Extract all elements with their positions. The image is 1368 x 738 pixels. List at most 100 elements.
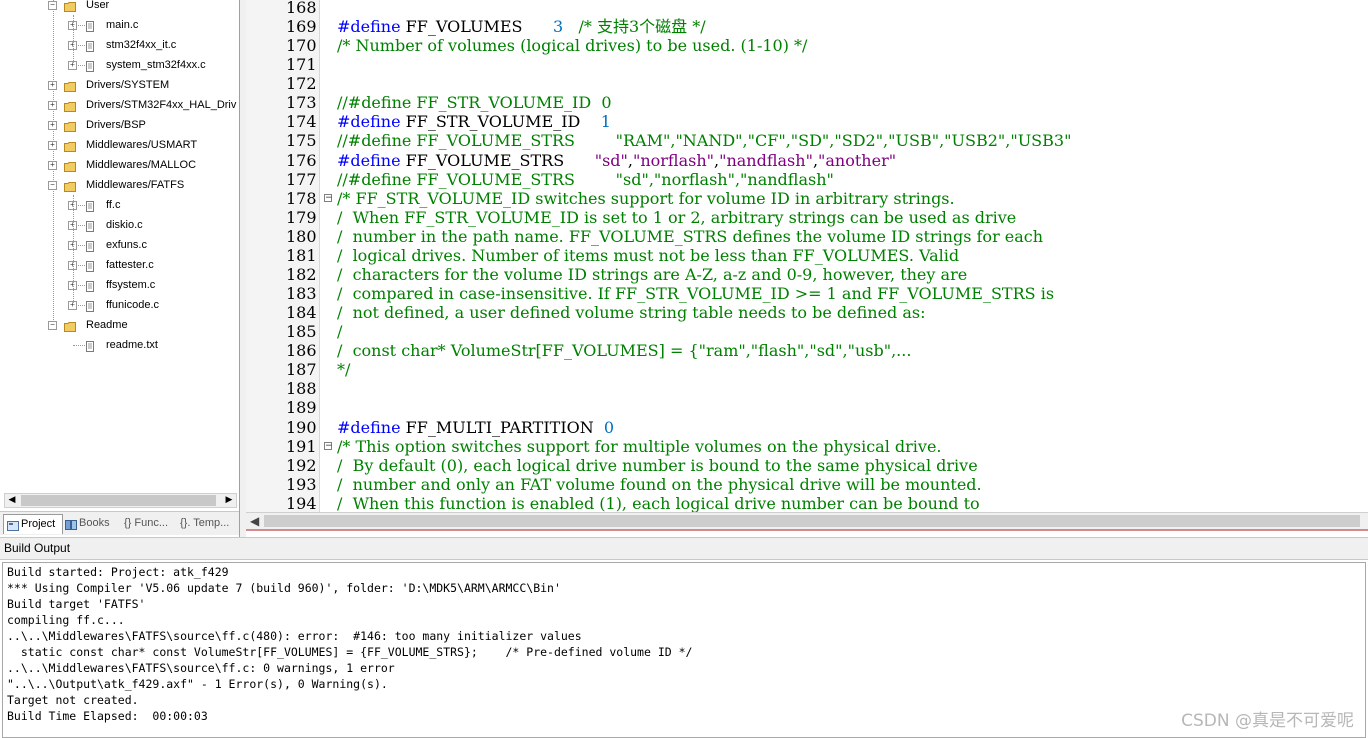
code-line[interactable]: 176 #define FF_VOLUME_STRS "sd","norflash… — [246, 151, 1368, 170]
build-output-panel[interactable]: Build started: Project: atk_f429 *** Usin… — [2, 562, 1366, 738]
scroll-left-icon[interactable]: ◀ — [250, 514, 259, 528]
code-line[interactable]: 184 / not defined, a user defined volume … — [246, 303, 1368, 322]
code-line[interactable]: 179 / When FF_STR_VOLUME_ID is set to 1 o… — [246, 208, 1368, 227]
file-icon — [84, 199, 96, 212]
code-text: / logical drives. Number of items must n… — [337, 246, 959, 265]
code-token: / characters for the volume ID strings a… — [337, 264, 968, 284]
code-line[interactable]: 182 / characters for the volume ID string… — [246, 265, 1368, 284]
tree-file[interactable]: readme.txt — [0, 335, 239, 355]
code-line[interactable]: 173 //#define FF_STR_VOLUME_ID 0 — [246, 93, 1368, 112]
code-line[interactable]: 183 / compared in case-insensitive. If FF… — [246, 284, 1368, 303]
scroll-right-icon[interactable]: ▶ — [222, 494, 236, 507]
tab-books[interactable]: Books — [62, 514, 118, 533]
code-line[interactable]: 170 /* Number of volumes (logical drives)… — [246, 36, 1368, 55]
tree-folder[interactable]: + Drivers/SYSTEM — [0, 75, 239, 95]
code-line[interactable]: 190 #define FF_MULTI_PARTITION 0 — [246, 418, 1368, 437]
code-line[interactable]: 168 — [246, 0, 1368, 17]
tree-folder[interactable]: + Middlewares/USMART — [0, 135, 239, 155]
code-line[interactable]: 175 //#define FF_VOLUME_STRS "RAM","NAND"… — [246, 131, 1368, 150]
code-token: "another" — [818, 150, 897, 170]
code-line[interactable]: 172 — [246, 74, 1368, 93]
line-number: 171 — [286, 55, 317, 75]
tree-file[interactable]: + exfuns.c — [0, 235, 239, 255]
code-line[interactable]: 189 — [246, 398, 1368, 417]
tree-folder[interactable]: + Drivers/BSP — [0, 115, 239, 135]
code-line[interactable]: 174 #define FF_STR_VOLUME_ID 1 — [246, 112, 1368, 131]
build-output-line: *** Using Compiler 'V5.06 update 7 (buil… — [7, 581, 561, 595]
collapse-icon[interactable]: − — [48, 1, 57, 10]
project-tree-scrollbar[interactable]: ◀ ▶ — [4, 493, 237, 508]
expand-icon[interactable]: + — [48, 101, 57, 110]
line-number: 180 — [286, 226, 317, 246]
tree-file[interactable]: + main.c — [0, 15, 239, 35]
code-token: /* FF_STR_VOLUME_ID switches support for… — [337, 188, 955, 208]
expand-icon[interactable]: + — [48, 161, 57, 170]
collapse-icon[interactable]: − — [48, 181, 57, 190]
tree-file[interactable]: + ffunicode.c — [0, 295, 239, 315]
scrollbar-thumb[interactable] — [21, 495, 216, 506]
tab-project[interactable]: Project — [3, 514, 63, 534]
code-line[interactable]: 187 */ — [246, 360, 1368, 379]
tree-file[interactable]: + fattester.c — [0, 255, 239, 275]
tree-folder[interactable]: + Middlewares/MALLOC — [0, 155, 239, 175]
code-text: //#define FF_STR_VOLUME_ID 0 — [337, 93, 612, 112]
code-token: / number in the path name. FF_VOLUME_STR… — [337, 226, 1044, 246]
tree-file[interactable]: + ff.c — [0, 195, 239, 215]
tree-folder[interactable]: − Readme — [0, 315, 239, 335]
code-token: FF_STR_VOLUME_ID — [400, 112, 601, 132]
code-line[interactable]: 178−/* FF_STR_VOLUME_ID switches support… — [246, 189, 1368, 208]
tree-item-label: Middlewares/MALLOC — [86, 159, 197, 171]
collapse-icon[interactable]: − — [48, 321, 57, 330]
line-number: 169 — [286, 17, 317, 37]
code-line[interactable]: 191−/* This option switches support for … — [246, 437, 1368, 456]
code-line[interactable]: 194 / When this function is enabled (1), … — [246, 494, 1368, 513]
fold-collapse-icon[interactable]: − — [324, 193, 333, 202]
folder-icon — [64, 159, 76, 172]
code-line[interactable]: 188 — [246, 379, 1368, 398]
tree-file[interactable]: + ffsystem.c — [0, 275, 239, 295]
line-number: 190 — [286, 417, 317, 437]
code-area[interactable]: 168 169 #define FF_VOLUMES 3 /* 支持3个磁盘 */1… — [246, 0, 1368, 513]
build-output-line: Build Time Elapsed: 00:00:03 — [7, 709, 208, 723]
code-text: /* This option switches support for mult… — [337, 437, 942, 456]
tree-file[interactable]: + system_stm32f4xx.c — [0, 55, 239, 75]
tree-file[interactable]: + diskio.c — [0, 215, 239, 235]
scroll-left-icon[interactable]: ◀ — [5, 494, 19, 507]
code-line[interactable]: 169 #define FF_VOLUMES 3 /* 支持3个磁盘 */ — [246, 17, 1368, 36]
expand-icon[interactable]: + — [48, 121, 57, 130]
code-line[interactable]: 193 / number and only an FAT volume found… — [246, 475, 1368, 494]
code-line[interactable]: 180 / number in the path name. FF_VOLUME_… — [246, 227, 1368, 246]
tab-functions[interactable]: {} Func... — [121, 514, 179, 533]
code-line[interactable]: 171 — [246, 55, 1368, 74]
code-editor[interactable]: 168 169 #define FF_VOLUMES 3 /* 支持3个磁盘 */1… — [246, 0, 1368, 537]
tree-connector — [73, 15, 74, 65]
tree-folder[interactable]: + Drivers/STM32F4xx_HAL_Driv — [0, 95, 239, 115]
code-line[interactable]: 186 / const char* VolumeStr[FF_VOLUMES] =… — [246, 341, 1368, 360]
scrollbar-thumb[interactable] — [264, 515, 1360, 527]
expand-icon[interactable]: + — [48, 141, 57, 150]
tab-templates[interactable]: {}. Temp... — [179, 514, 239, 533]
code-token: / not defined, a user defined volume str… — [337, 303, 926, 323]
code-text: #define FF_VOLUME_STRS "sd","norflash","… — [337, 151, 896, 170]
code-line[interactable]: 181 / logical drives. Number of items mus… — [246, 246, 1368, 265]
line-number: 177 — [286, 169, 317, 189]
code-line[interactable]: 192 / By default (0), each logical drive … — [246, 456, 1368, 475]
code-text: //#define FF_VOLUME_STRS "RAM","NAND","C… — [337, 131, 1071, 150]
tree-folder[interactable]: − Middlewares/FATFS — [0, 175, 239, 195]
expand-icon[interactable]: + — [48, 81, 57, 90]
build-output-title: Build Output — [0, 537, 1368, 560]
tree-file[interactable]: + stm32f4xx_it.c — [0, 35, 239, 55]
code-token: */ — [337, 360, 351, 380]
file-icon — [84, 279, 96, 292]
code-text: / By default (0), each logical drive num… — [337, 456, 978, 475]
code-line[interactable]: 177 //#define FF_VOLUME_STRS "sd","norfla… — [246, 170, 1368, 189]
code-line[interactable]: 185 / — [246, 322, 1368, 341]
tree-folder[interactable]: − User — [0, 0, 239, 15]
code-text: /* Number of volumes (logical drives) to… — [337, 36, 807, 55]
folder-icon — [64, 179, 76, 192]
fold-collapse-icon[interactable]: − — [324, 441, 333, 450]
code-token: #define — [337, 150, 401, 170]
editor-horizontal-scrollbar[interactable]: ◀ — [246, 512, 1368, 529]
code-token: 3 — [553, 17, 564, 37]
watermark: CSDN @真是不可爱呢 — [1181, 711, 1354, 731]
